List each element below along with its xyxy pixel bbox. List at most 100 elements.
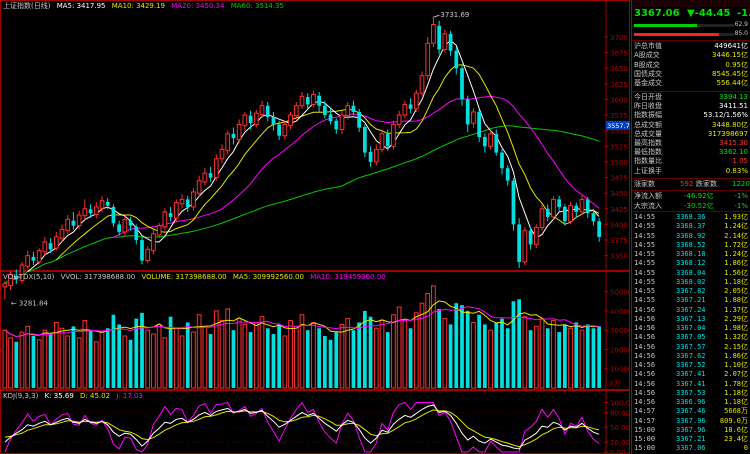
tick-volume: 1.93亿	[724, 213, 748, 221]
info-row-2: B股成交 0.95亿	[632, 61, 750, 70]
candle-body-down	[271, 116, 276, 125]
flow-pct: -1%	[734, 192, 748, 200]
volume-bar-down	[48, 334, 53, 388]
candle-body-up	[299, 95, 305, 107]
volume-bar-up	[219, 320, 225, 389]
candle-body-down	[351, 105, 356, 112]
candle-body-down	[511, 180, 516, 225]
candle-body-up	[579, 198, 585, 213]
candle-body-up	[25, 255, 31, 267]
candle-body-down	[483, 136, 487, 147]
info-row-3-label: 国债成交	[634, 69, 662, 78]
stat-row-5-value: 3415.30	[719, 139, 748, 147]
tick-time: 14:55	[634, 240, 656, 249]
candle-body-up	[402, 103, 408, 116]
volume-bar-down	[585, 324, 590, 388]
stat-row-7: 指数量比 1.05	[632, 157, 750, 166]
candle-body-down	[591, 213, 596, 222]
tick-time: 14:55	[634, 268, 656, 277]
volume-bar-up	[282, 335, 288, 389]
volume-bar-up	[579, 329, 585, 389]
tick-volume: 2.29亿	[724, 314, 748, 323]
candle-body-down	[357, 111, 361, 128]
price-axis-label: 3400	[610, 221, 628, 229]
tick-row: 14:56 3367.52 1.10亿	[632, 361, 750, 370]
volume-bar-down	[231, 330, 236, 388]
volume-bar-down	[305, 330, 310, 388]
candle-body-up	[2, 283, 8, 288]
tick-volume: 1.18亿	[724, 388, 748, 397]
tick-volume: 0	[743, 444, 748, 453]
tick-volume: 1.86亿	[724, 351, 748, 360]
tick-price: 3368.52	[676, 240, 706, 249]
tick-price: 3368.92	[676, 231, 706, 240]
candle-body-down	[305, 96, 310, 105]
candle-body-down	[545, 208, 550, 217]
candle-body-up	[419, 75, 425, 94]
volume-bar-down	[185, 322, 190, 388]
stat-row-8-label: 上证换手	[634, 166, 662, 175]
volume-bar-up	[59, 327, 65, 389]
candle-body-down	[454, 50, 459, 69]
kdj-axis-label: 0.00	[610, 449, 626, 454]
tick-row: 14:55 3368.18 1.24亿	[632, 250, 750, 259]
up-value: 592	[680, 180, 694, 188]
kdj-header: KDJ(9,3,3) K: 35.69 D: 45.02 J: 17.03	[3, 391, 147, 401]
volume-bar-down	[500, 318, 504, 388]
candle-body-down	[334, 120, 339, 130]
candle-body-down	[265, 105, 270, 117]
tick-row: 14:55 3368.02 1.18亿	[632, 278, 750, 287]
high-price-label: 3731.69	[440, 11, 469, 19]
quote-panel: 3367.06 ▼-44.45 -1.30% 62.9 85.0 沪总市值 449…	[631, 0, 750, 454]
flow-row-1: 大宗流入 -30.52亿 -1%	[632, 202, 750, 211]
candle-body-up	[488, 133, 493, 147]
candle-body-down	[437, 25, 441, 50]
stat-row-1-label: 昨日收盘	[634, 102, 662, 111]
kline-chart-svg[interactable]: 3700367536503625360035753550352535003475…	[0, 0, 630, 454]
candle-body-down	[408, 104, 413, 109]
tick-price: 3367.05	[676, 333, 706, 342]
candle-body-down	[117, 224, 121, 232]
stat-row-0-value: 3394.13	[719, 93, 748, 101]
candle-body-up	[391, 123, 396, 147]
volume-bar-up	[2, 329, 8, 389]
stat-row-0-label: 今日开盘	[634, 93, 662, 101]
vol-ma5-label: MA5: 309992560.00	[232, 273, 304, 281]
price-axis-label: 3350	[610, 253, 628, 261]
stat-row-6: 最低指数 3362.10	[632, 148, 750, 157]
candle-body-up	[76, 214, 82, 227]
tick-volume: 2.15亿	[724, 342, 748, 351]
tick-price: 3367.46	[676, 407, 706, 416]
tick-volume: 1.24亿	[724, 222, 748, 231]
price-axis-label: 3475	[610, 175, 628, 183]
kline-chart-area[interactable]: 3700 3675 3650 3625 3600 3575 3550 3525 3500 3475…	[0, 0, 630, 454]
candle-body-down	[557, 199, 561, 207]
candle-body-up	[379, 133, 385, 150]
candle-body-up	[202, 172, 208, 183]
candle-body-up	[282, 123, 288, 137]
candle-body-up	[36, 250, 42, 263]
candle-body-up	[42, 241, 48, 253]
volume-bar-down	[117, 324, 121, 388]
candle-body-up	[151, 233, 156, 252]
tick-price: 3367.06	[676, 444, 706, 453]
candle-body-up	[162, 211, 168, 228]
tick-time: 15:00	[634, 435, 656, 443]
candle-body-down	[500, 152, 504, 169]
candle-body-up	[213, 158, 219, 179]
candle-body-down	[111, 206, 116, 224]
candle-body-down	[208, 173, 213, 178]
stat-row-7-value: 1.05	[732, 157, 748, 166]
candle-body-down	[585, 199, 590, 214]
bar1-track	[634, 24, 734, 27]
volume-bar-down	[105, 328, 110, 388]
kdj-axis-label: 80.00	[610, 409, 630, 417]
tick-time: 14:55	[634, 250, 656, 258]
volume-bar-up	[288, 320, 293, 389]
tick-row: 14:55 3367.82 2.05亿	[632, 287, 750, 296]
stat-row-5: 最高指数 3415.30	[632, 139, 750, 148]
price-axis-label: 3650	[610, 65, 628, 73]
panel-divider	[632, 178, 750, 179]
volume-bar-up	[65, 335, 71, 389]
volume-bar-up	[551, 320, 556, 389]
